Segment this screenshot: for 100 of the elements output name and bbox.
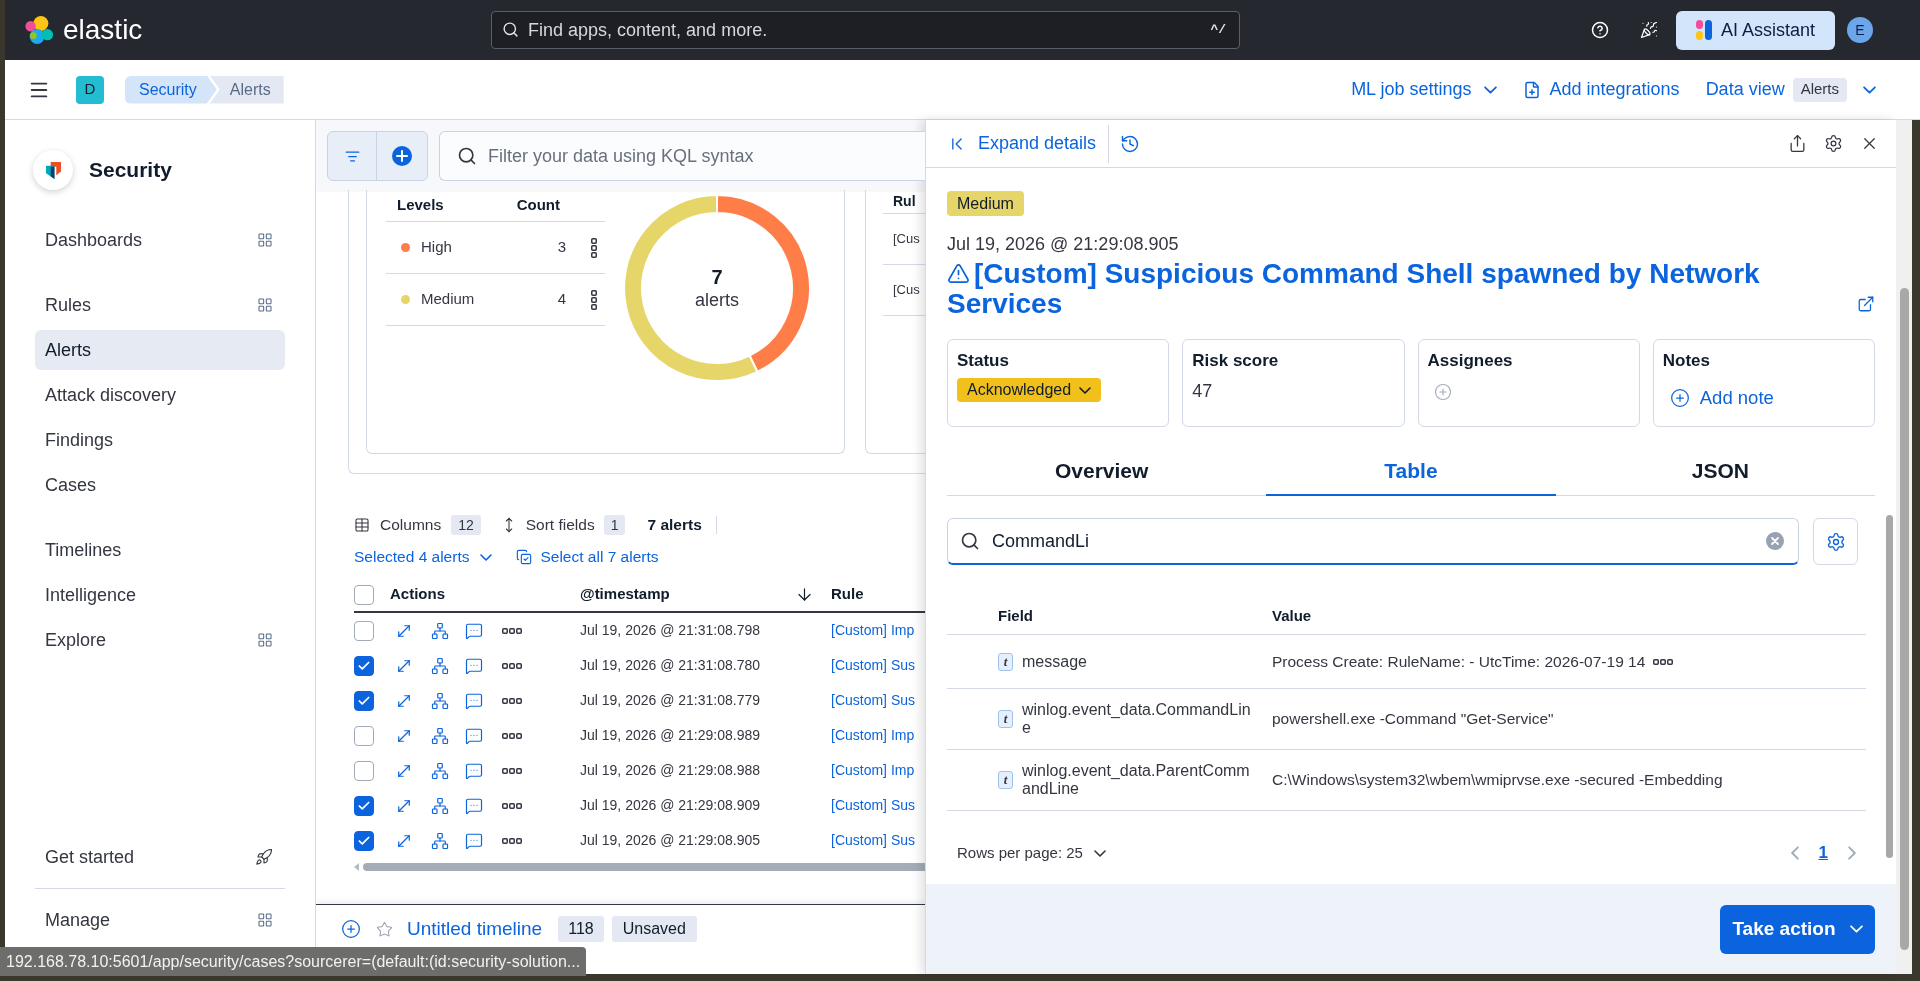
select-all-button[interactable]: Select all 7 alerts xyxy=(516,545,659,569)
hierarchy-icon[interactable] xyxy=(431,726,449,745)
tab[interactable]: Table xyxy=(1266,448,1556,496)
hierarchy-icon[interactable] xyxy=(431,831,449,850)
rule-link[interactable]: [Custom] Imp xyxy=(831,620,915,641)
nav-item[interactable]: Cases xyxy=(35,465,285,505)
checkbox[interactable] xyxy=(354,584,374,605)
more-actions-icon[interactable] xyxy=(502,697,522,704)
nav-item[interactable]: Intelligence xyxy=(35,575,285,615)
rule-link[interactable]: [Custom] Imp xyxy=(831,725,915,746)
rule-link[interactable]: [Custom] Imp xyxy=(831,760,915,781)
comment-icon[interactable] xyxy=(465,831,483,850)
nav-item[interactable]: Alerts xyxy=(35,330,285,370)
checkbox[interactable] xyxy=(354,795,374,816)
scrollbar-thumb[interactable] xyxy=(1886,515,1893,858)
warning-icon xyxy=(947,262,970,285)
nav-item[interactable]: Rules xyxy=(35,285,285,325)
add-note-button[interactable]: Add note xyxy=(1669,384,1774,412)
field-search-input[interactable]: CommandLi xyxy=(947,518,1799,565)
more-icon[interactable] xyxy=(1653,658,1674,665)
more-actions-icon[interactable] xyxy=(502,732,522,739)
star-icon[interactable] xyxy=(376,920,393,938)
rule-link[interactable]: [Custom] Sus xyxy=(831,690,916,711)
columns-button[interactable]: Columns 12 xyxy=(354,513,481,537)
more-actions-icon[interactable] xyxy=(502,837,522,844)
more-options-icon[interactable] xyxy=(591,289,597,310)
nav-item[interactable]: Explore xyxy=(35,620,285,660)
timeline-title-link[interactable]: Untitled timeline xyxy=(407,914,543,944)
hierarchy-icon[interactable] xyxy=(431,621,449,640)
comment-icon[interactable] xyxy=(465,621,483,640)
external-link-icon[interactable] xyxy=(1857,295,1875,313)
breadcrumb[interactable]: Security xyxy=(125,75,217,104)
nav-item[interactable]: Manage xyxy=(35,900,285,940)
checkbox[interactable] xyxy=(354,725,374,746)
column-header: Field xyxy=(998,606,1033,624)
scrollbar-thumb[interactable] xyxy=(363,863,925,871)
more-actions-icon[interactable] xyxy=(502,802,522,809)
ai-assistant-button[interactable]: AI Assistant xyxy=(1676,10,1835,50)
card-label: Notes xyxy=(1662,350,1710,371)
nav-item[interactable]: Dashboards xyxy=(35,220,285,260)
alert-title-link[interactable]: [Custom] Suspicious Command Shell spawned by Network Services xyxy=(947,259,1787,319)
checkbox[interactable] xyxy=(354,655,374,676)
rule-link[interactable]: [Custom] Sus xyxy=(831,795,916,816)
sort-fields-button[interactable]: Sort fields 1 xyxy=(500,513,626,537)
checkbox[interactable] xyxy=(354,620,374,641)
risk-score-value: 47 xyxy=(1192,380,1213,403)
status-dropdown[interactable]: Acknowledged xyxy=(957,378,1102,402)
column-header: Levels xyxy=(397,195,444,216)
comment-icon[interactable] xyxy=(465,726,483,745)
more-actions-icon[interactable] xyxy=(502,627,522,634)
share-icon[interactable] xyxy=(1788,134,1807,153)
ml-job-settings-button[interactable]: ML job settings xyxy=(1351,76,1497,103)
chevron-down-icon xyxy=(1863,85,1876,94)
more-actions-icon[interactable] xyxy=(502,767,522,774)
clear-icon[interactable] xyxy=(1766,532,1784,550)
query-input-field[interactable]: Filter your data using KQL syntax xyxy=(439,131,925,181)
comment-icon[interactable] xyxy=(465,691,483,710)
checkbox[interactable] xyxy=(354,760,374,781)
hierarchy-icon[interactable] xyxy=(431,796,449,815)
tab[interactable]: Overview xyxy=(957,448,1247,496)
space-avatar[interactable]: D xyxy=(76,75,104,104)
add-integrations-button[interactable]: Add integrations xyxy=(1522,76,1680,103)
nav-item[interactable]: Timelines xyxy=(35,530,285,570)
alerts-count: 7 alerts xyxy=(647,515,702,536)
comment-icon[interactable] xyxy=(465,796,483,815)
party-popper-icon[interactable] xyxy=(1640,21,1658,39)
expand-details-button[interactable]: Expand details xyxy=(947,130,1097,157)
comment-icon[interactable] xyxy=(465,761,483,780)
more-actions-icon[interactable] xyxy=(502,662,522,669)
nav-item[interactable]: Get started xyxy=(35,837,285,877)
rows-per-page-button[interactable]: Rows per page: 25 xyxy=(957,841,1106,865)
hierarchy-icon[interactable] xyxy=(431,761,449,780)
history-icon[interactable] xyxy=(1120,133,1141,154)
timestamp-cell-text: Jul 19, 2026 @ 21:29:08.988 xyxy=(580,761,762,780)
hierarchy-icon[interactable] xyxy=(431,656,449,675)
nav-item[interactable]: Attack discovery xyxy=(35,375,285,415)
rule-link[interactable]: [Custom] Sus xyxy=(831,655,916,676)
page-number[interactable]: 1 xyxy=(1814,840,1832,866)
tab[interactable]: JSON xyxy=(1575,448,1865,496)
page-scrollbar[interactable] xyxy=(1896,120,1912,974)
card-label: Status xyxy=(957,350,1009,371)
data-view-button[interactable]: Data view Alerts xyxy=(1705,76,1876,103)
settings-icon[interactable] xyxy=(1824,134,1843,153)
selected-alerts-button[interactable]: Selected 4 alerts xyxy=(354,545,493,569)
checkbox[interactable] xyxy=(354,690,374,711)
checkbox[interactable] xyxy=(354,830,374,851)
table-settings-button[interactable] xyxy=(1813,518,1858,565)
column-header: Rul xyxy=(893,192,916,211)
scrollbar-thumb[interactable] xyxy=(1899,288,1909,950)
sort-descending-icon[interactable] xyxy=(795,585,814,604)
chevron-down-icon xyxy=(1483,85,1497,94)
take-action-button[interactable]: Take action xyxy=(1720,904,1875,954)
comment-icon[interactable] xyxy=(465,656,483,675)
nav-item[interactable]: Findings xyxy=(35,420,285,460)
rule-link[interactable]: [Custom] Sus xyxy=(831,830,916,851)
add-circle-icon[interactable] xyxy=(341,919,361,939)
user-avatar[interactable]: E xyxy=(1847,17,1873,43)
hierarchy-icon[interactable] xyxy=(431,691,449,710)
help-icon[interactable] xyxy=(1591,21,1609,39)
more-options-icon[interactable] xyxy=(591,237,597,258)
